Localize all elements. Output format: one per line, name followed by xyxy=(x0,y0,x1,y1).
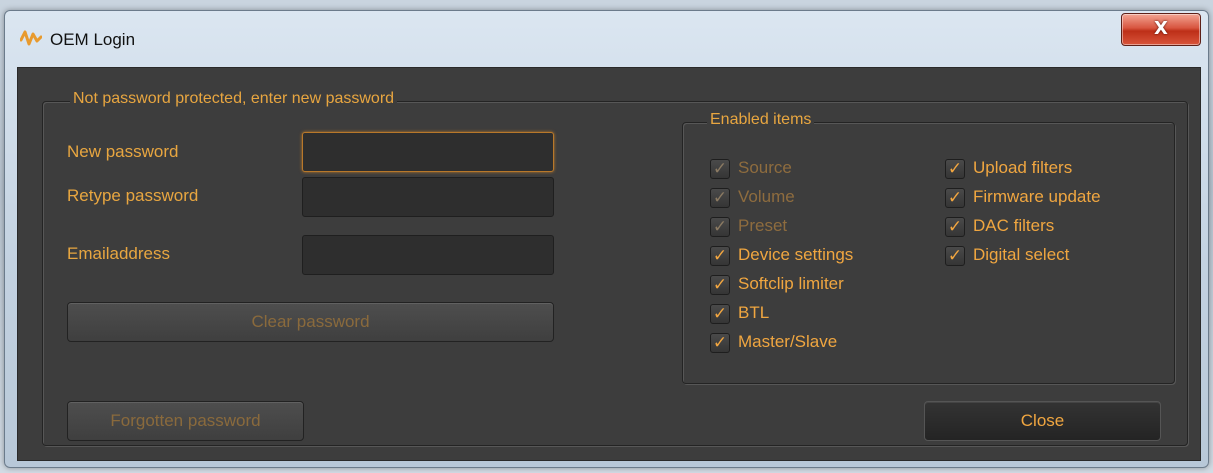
checkmark-icon: ✓ xyxy=(710,333,730,353)
oem-login-window: OEM Login X Not password protected, ente… xyxy=(4,10,1209,468)
checkbox-label: Digital select xyxy=(973,245,1070,264)
checkbox-label: Upload filters xyxy=(973,158,1073,177)
checkmark-icon: ✓ xyxy=(710,304,730,324)
checkmark-icon: ✓ xyxy=(710,159,730,179)
checkmark-icon: ✓ xyxy=(945,217,965,237)
waveform-app-icon xyxy=(19,28,43,48)
checkbox-label: Firmware update xyxy=(973,187,1101,206)
new-password-label: New password xyxy=(67,142,179,161)
password-group-legend: Not password protected, enter new passwo… xyxy=(70,90,398,108)
forgotten-password-button[interactable]: Forgotten password xyxy=(67,401,304,441)
retype-password-label: Retype password xyxy=(67,186,199,205)
checkmark-icon: ✓ xyxy=(945,159,965,179)
checkmark-icon: ✓ xyxy=(710,217,730,237)
enabled-items-legend: Enabled items xyxy=(707,111,815,129)
checkmark-icon: ✓ xyxy=(710,188,730,208)
close-button[interactable]: Close xyxy=(924,401,1161,441)
email-address-label: Emailaddress xyxy=(67,244,170,263)
checkmark-icon: ✓ xyxy=(710,275,730,295)
close-icon: X xyxy=(1154,18,1168,39)
checkbox-label: Preset xyxy=(738,216,788,235)
checkbox-label: DAC filters xyxy=(973,216,1055,235)
email-address-input[interactable] xyxy=(302,235,554,275)
checkbox-label: Source xyxy=(738,158,792,177)
clear-password-button[interactable]: Clear password xyxy=(67,302,554,342)
retype-password-input[interactable] xyxy=(302,177,554,217)
checkbox-label: BTL xyxy=(738,303,770,322)
dialog-body: Not password protected, enter new passwo… xyxy=(17,67,1201,461)
checkmark-icon: ✓ xyxy=(945,188,965,208)
window-title: OEM Login xyxy=(50,30,136,49)
checkbox-label: Master/Slave xyxy=(738,332,838,351)
new-password-input[interactable] xyxy=(302,132,554,172)
checkbox-label: Volume xyxy=(738,187,795,206)
checkbox-label: Device settings xyxy=(738,245,854,264)
checkmark-icon: ✓ xyxy=(945,246,965,266)
close-window-button[interactable]: X xyxy=(1121,13,1201,46)
title-bar[interactable]: OEM Login X xyxy=(5,11,1208,63)
checkmark-icon: ✓ xyxy=(710,246,730,266)
checkbox-label: Softclip limiter xyxy=(738,274,844,293)
